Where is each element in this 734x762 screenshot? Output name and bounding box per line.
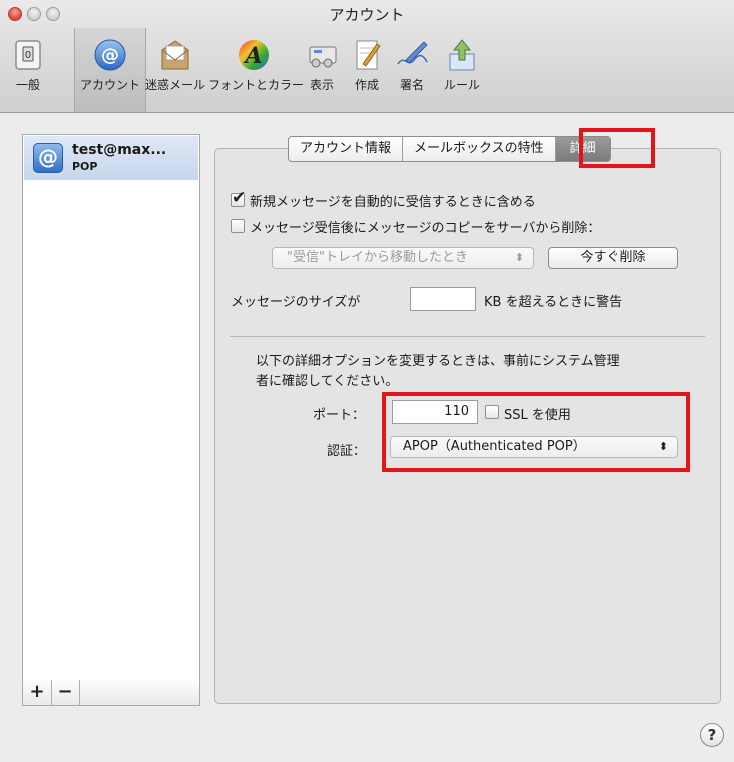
toolbar-compose[interactable]: 作成 bbox=[345, 38, 389, 93]
svg-text:0: 0 bbox=[25, 50, 31, 61]
window-title: アカウント bbox=[329, 6, 405, 24]
svg-text:A: A bbox=[243, 43, 262, 69]
toolbar-accounts[interactable]: @ アカウント bbox=[78, 38, 142, 93]
auth-label: 認証： bbox=[327, 444, 367, 459]
popup-arrows-icon: ⬍ bbox=[514, 251, 524, 264]
toolbar-fonts-colors[interactable]: A フォントとカラー bbox=[208, 38, 305, 93]
admin-note-line-2: 者に確認してください。 bbox=[256, 374, 399, 389]
signature-icon bbox=[394, 38, 430, 72]
toolbar-rules-label: ルール bbox=[443, 78, 480, 92]
compose-icon bbox=[349, 38, 385, 72]
toolbar-view[interactable]: 表示 bbox=[300, 38, 344, 93]
at-sign-icon: @ bbox=[33, 143, 63, 173]
switch-icon: 0 bbox=[10, 38, 46, 72]
tab-account-info[interactable]: アカウント情報 bbox=[289, 137, 404, 161]
font-icon: A bbox=[236, 38, 272, 72]
toolbar-view-label: 表示 bbox=[309, 78, 334, 92]
toolbar-compose-label: 作成 bbox=[354, 78, 379, 92]
highlight-box-advanced-tab bbox=[579, 128, 655, 168]
svg-text:@: @ bbox=[101, 45, 119, 66]
toolbar-accounts-label: アカウント bbox=[79, 78, 140, 92]
at-sign-icon: @ bbox=[92, 38, 128, 72]
toolbar-general[interactable]: 0 一般 bbox=[4, 38, 52, 93]
view-icon bbox=[304, 38, 340, 72]
remove-now-button[interactable]: 今すぐ削除 bbox=[548, 247, 678, 269]
account-list[interactable]: @ test@max... POP bbox=[22, 134, 200, 682]
checkmark-icon: ✔ bbox=[232, 188, 247, 208]
tab-mailbox-behaviors[interactable]: メールボックスの特性 bbox=[403, 137, 556, 161]
rules-icon bbox=[444, 38, 480, 72]
size-warning-input[interactable] bbox=[410, 287, 476, 311]
size-warning-prefix: メッセージのサイズが bbox=[231, 295, 361, 310]
titlebar: アカウント 0 一般 @ アカウント 迷惑メール A フォントとカラー 表示 作… bbox=[0, 0, 734, 113]
settings-tabs: アカウント情報 メールボックスの特性 詳細 bbox=[288, 136, 611, 162]
add-account-button[interactable]: + bbox=[23, 680, 52, 705]
mail-preferences-window: アカウント 0 一般 @ アカウント 迷惑メール A フォントとカラー 表示 作… bbox=[0, 0, 734, 762]
toolbar-junk-mail-label: 迷惑メール bbox=[144, 78, 205, 92]
highlight-box-port-auth bbox=[382, 392, 690, 472]
remove-when-popup[interactable]: "受信"トレイから移動したとき ⬍ bbox=[272, 247, 534, 269]
toolbar-signatures[interactable]: 署名 bbox=[390, 38, 434, 93]
account-list-item[interactable]: @ test@max... POP bbox=[24, 136, 198, 180]
size-warning-suffix: KB を超えるときに警告 bbox=[484, 295, 623, 310]
remove-account-button[interactable]: − bbox=[51, 680, 80, 705]
port-label: ポート： bbox=[313, 408, 366, 423]
account-type: POP bbox=[72, 160, 98, 173]
toolbar-signatures-label: 署名 bbox=[399, 78, 424, 92]
toolbar-junk-mail[interactable]: 迷惑メール bbox=[142, 38, 208, 93]
toolbar-rules[interactable]: ルール bbox=[434, 38, 490, 93]
admin-note-line-1: 以下の詳細オプションを変更するときは、事前にシステム管理 bbox=[256, 354, 620, 369]
section-divider bbox=[230, 336, 705, 337]
include-auto-fetch-checkbox[interactable]: ✔ bbox=[231, 188, 246, 208]
junk-mail-icon bbox=[157, 38, 193, 72]
remove-when-value: "受信"トレイから移動したとき bbox=[287, 250, 468, 265]
toolbar-general-label: 一般 bbox=[15, 78, 40, 92]
help-button[interactable]: ? bbox=[700, 723, 724, 747]
account-name: test@max... bbox=[72, 142, 167, 158]
toolbar-fonts-colors-label: フォントとカラー bbox=[208, 78, 305, 92]
remove-copy-checkbox[interactable] bbox=[231, 219, 245, 233]
include-auto-fetch-label: 新規メッセージを自動的に受信するときに含める bbox=[250, 195, 536, 210]
account-list-buttons: + − bbox=[22, 680, 200, 706]
remove-copy-label: メッセージ受信後にメッセージのコピーをサーバから削除： bbox=[250, 221, 601, 236]
